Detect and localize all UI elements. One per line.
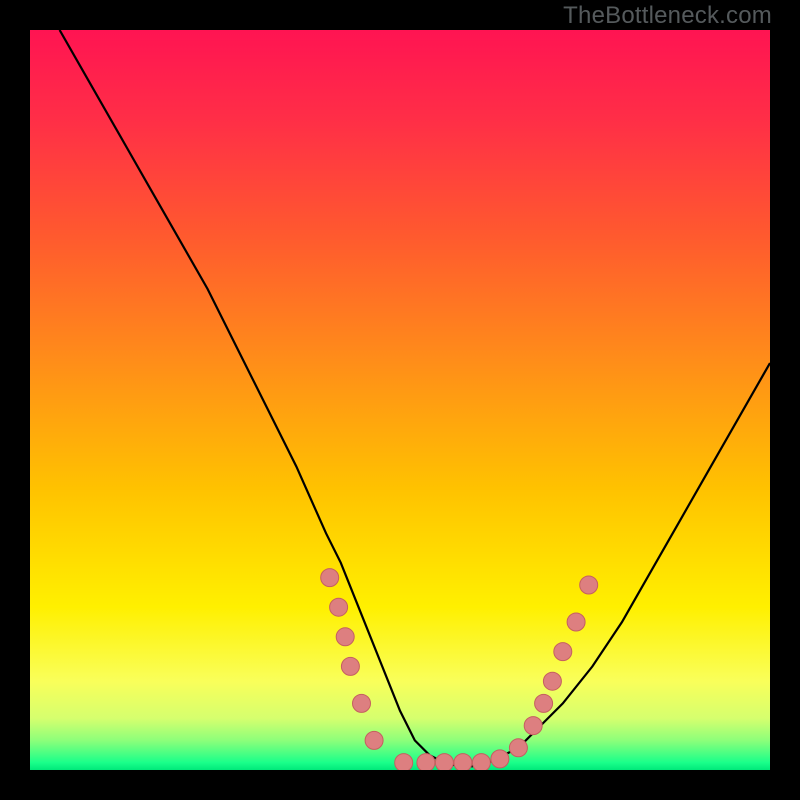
marker-cluster-left-point bbox=[353, 694, 371, 712]
marker-cluster-bottom-point bbox=[491, 750, 509, 768]
watermark-text: TheBottleneck.com bbox=[563, 2, 772, 30]
bottleneck-curve bbox=[60, 30, 770, 766]
marker-cluster-right-point bbox=[543, 672, 561, 690]
marker-group bbox=[321, 569, 598, 770]
marker-cluster-bottom-point bbox=[417, 754, 435, 770]
chart-svg bbox=[30, 30, 770, 770]
marker-cluster-bottom-point bbox=[509, 739, 527, 757]
marker-cluster-right-point bbox=[554, 643, 572, 661]
marker-cluster-left-point bbox=[365, 731, 383, 749]
curve-path bbox=[60, 30, 770, 766]
plot-area bbox=[30, 30, 770, 770]
marker-cluster-left-point bbox=[341, 657, 359, 675]
marker-cluster-left-point bbox=[336, 628, 354, 646]
marker-cluster-bottom-point bbox=[395, 754, 413, 770]
marker-cluster-right-point bbox=[580, 576, 598, 594]
marker-cluster-bottom-point bbox=[454, 754, 472, 770]
marker-cluster-left-point bbox=[330, 598, 348, 616]
marker-cluster-bottom-point bbox=[435, 754, 453, 770]
marker-cluster-right-point bbox=[567, 613, 585, 631]
marker-cluster-bottom-point bbox=[472, 754, 490, 770]
chart-frame: TheBottleneck.com bbox=[0, 0, 800, 800]
marker-cluster-right-point bbox=[524, 717, 542, 735]
marker-cluster-right-point bbox=[535, 694, 553, 712]
marker-cluster-left-point bbox=[321, 569, 339, 587]
